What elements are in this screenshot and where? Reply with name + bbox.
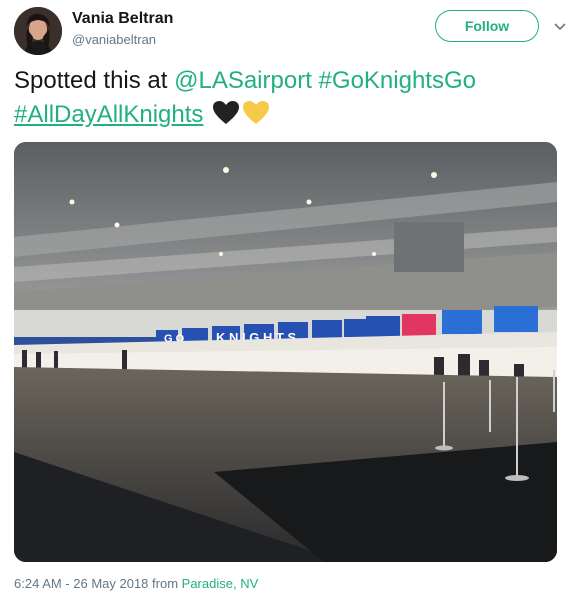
tweet-header: Vania Beltran @vaniabeltran Follow [0, 0, 571, 60]
avatar[interactable] [14, 7, 62, 55]
airport-photo: G O K N I G H T S [14, 142, 557, 562]
timestamp[interactable]: 6:24 AM - 26 May 2018 from [14, 576, 178, 591]
user-handle[interactable]: @vaniabeltran [72, 32, 156, 47]
tweet-footer: 6:24 AM - 26 May 2018 from Paradise, NV [14, 576, 258, 591]
tweet-text: Spotted this at @LASairport #GoKnightsGo… [14, 64, 562, 132]
mention-link[interactable]: @LASairport [174, 67, 312, 94]
user-name[interactable]: Vania Beltran [72, 10, 173, 28]
hashtag-link-1[interactable]: #GoKnightsGo [319, 67, 476, 94]
yellow-heart-icon [243, 101, 270, 124]
hashtag-link-2[interactable]: #AllDayAllKnights [14, 101, 203, 128]
follow-button[interactable]: Follow [435, 10, 539, 42]
black-heart-icon [213, 101, 240, 124]
chevron-down-icon[interactable] [553, 20, 567, 34]
place-link[interactable]: Paradise, NV [182, 576, 259, 591]
tweet-text-prefix: Spotted this at [14, 67, 175, 94]
avatar-image [14, 7, 62, 55]
tweet-photo[interactable]: G O K N I G H T S [14, 142, 557, 562]
